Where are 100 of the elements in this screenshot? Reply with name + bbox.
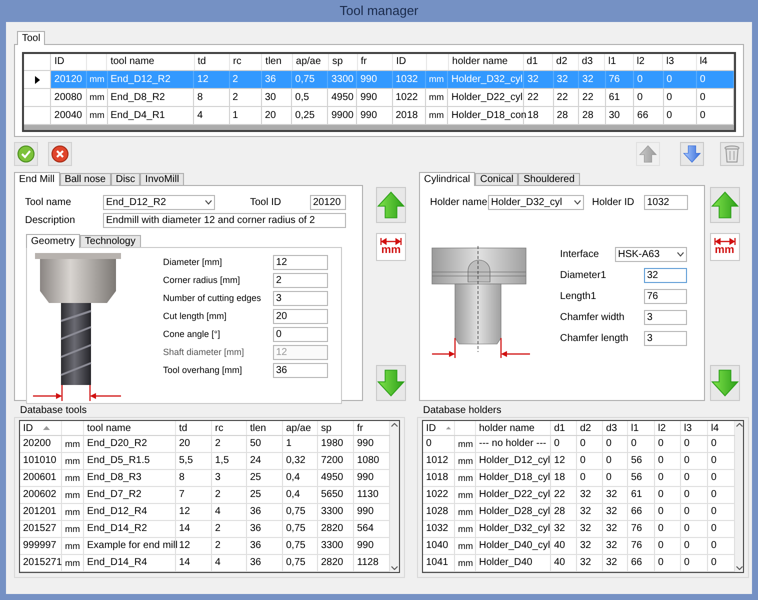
table-cell: 0 — [696, 71, 734, 88]
column-header[interactable]: tlen — [247, 421, 283, 435]
column-header[interactable]: td — [194, 54, 230, 70]
scrollbar[interactable] — [390, 421, 399, 572]
tab[interactable]: Geometry — [26, 234, 80, 248]
delete-button[interactable] — [720, 142, 744, 166]
tab[interactable]: Cylindrical — [419, 172, 476, 186]
column-header[interactable]: l4 — [696, 54, 734, 70]
input-field[interactable]: 3 — [644, 331, 687, 346]
input-field[interactable]: 3 — [644, 310, 687, 325]
column-header[interactable]: l3 — [681, 421, 708, 435]
column-header[interactable]: tool name — [107, 54, 195, 70]
column-header[interactable]: d2 — [553, 54, 579, 70]
dropdown[interactable]: Holder_D32_cyl — [488, 195, 584, 210]
confirm-button[interactable] — [14, 142, 38, 166]
table-cell: mm — [62, 436, 84, 452]
tab[interactable]: Ball nose — [60, 173, 111, 185]
column-header[interactable]: ID — [51, 54, 87, 70]
table-cell: 0 — [681, 538, 708, 554]
input-field[interactable]: 20120 — [310, 195, 346, 210]
input-field[interactable]: 20 — [273, 309, 328, 324]
field-label: Cut length [mm] — [163, 310, 228, 323]
input-field[interactable]: Endmill with diameter 12 and corner radius of 2 — [103, 212, 346, 228]
arrow-down-icon — [683, 145, 701, 163]
tab[interactable]: Disc — [110, 173, 140, 185]
table-cell: 32 — [577, 555, 603, 571]
table-cell: 1012 — [423, 453, 455, 469]
column-header[interactable]: rc — [212, 421, 247, 435]
table-cell: 0 — [681, 453, 708, 469]
table-cell: --- no holder --- — [476, 436, 551, 452]
dropdown[interactable]: HSK-A63 — [615, 247, 687, 262]
column-header[interactable]: sp — [329, 54, 358, 70]
arrow-up-icon — [710, 191, 738, 219]
input-field[interactable]: 76 — [644, 289, 687, 304]
column-header[interactable]: l1 — [605, 54, 634, 70]
table-cell: 5,5 — [176, 453, 212, 469]
arrow-down-icon — [710, 369, 738, 397]
column-header[interactable]: ap/ae — [283, 421, 318, 435]
input-field[interactable]: 0 — [273, 327, 328, 342]
input-field[interactable]: 32 — [644, 268, 687, 283]
column-header[interactable]: l1 — [628, 421, 655, 435]
column-header[interactable]: d1 — [551, 421, 577, 435]
column-header[interactable]: d2 — [577, 421, 603, 435]
column-header[interactable]: l3 — [663, 54, 697, 70]
column-header[interactable]: holder name — [449, 54, 524, 70]
move-up-button[interactable] — [710, 187, 740, 223]
input-field[interactable]: 36 — [273, 363, 328, 378]
column-header[interactable]: ID — [20, 421, 62, 435]
column-header[interactable]: sp — [318, 421, 354, 435]
table-row[interactable]: 20040 mm End_D4_R1 4 1 20 0,25 9900 990 2018 mm Holder_D18_con18 28 28 30 66 0 0 — [24, 107, 734, 125]
tab[interactable]: Tool — [17, 31, 46, 45]
move-up-button[interactable] — [376, 187, 406, 223]
column-header[interactable]: l2 — [655, 421, 681, 435]
column-header[interactable]: fr — [358, 54, 394, 70]
column-header[interactable]: tlen — [262, 54, 293, 70]
tab[interactable]: Technology — [80, 235, 140, 247]
unit-button[interactable]: mm — [376, 233, 406, 261]
column-header[interactable]: tool name — [84, 421, 176, 435]
column-header[interactable]: ID — [423, 421, 455, 435]
table-cell: 28 — [551, 504, 577, 520]
column-header[interactable]: ID — [393, 54, 427, 70]
column-header[interactable]: ap/ae — [292, 54, 330, 70]
tab[interactable]: InvoMill — [140, 173, 184, 185]
cancel-button[interactable] — [48, 142, 72, 166]
table-cell: 0 — [634, 89, 664, 106]
table-cell: 2820 — [318, 521, 354, 537]
tab[interactable]: Conical — [475, 173, 518, 185]
scroll-up-icon — [736, 423, 742, 427]
table-cell: mm — [62, 538, 84, 554]
table-cell: 3300 — [318, 504, 354, 520]
column-header[interactable]: d3 — [578, 54, 606, 70]
table-cell: 1018 — [423, 470, 455, 486]
input-field[interactable]: 1032 — [644, 195, 688, 210]
table-cell: 990 — [357, 89, 393, 106]
table-cell: 0 — [655, 453, 681, 469]
table-cell: mm — [455, 453, 476, 469]
input-field[interactable]: 2 — [273, 273, 328, 288]
field-label: Cone angle [°] — [163, 328, 222, 341]
column-header[interactable]: holder name — [476, 421, 551, 435]
tab[interactable]: Shouldered — [518, 173, 580, 185]
table-row[interactable]: 20080 mm End_D8_R2 8 2 30 0,5 4950 990 1022 mm Holder_D22_cyl 22 22 22 61 0 0 0 — [24, 89, 734, 107]
table-cell: 32 — [579, 71, 606, 88]
scrollbar[interactable] — [735, 421, 743, 572]
column-header[interactable]: l2 — [634, 54, 664, 70]
column-header[interactable]: d1 — [524, 54, 554, 70]
column-header[interactable]: d3 — [603, 421, 628, 435]
unit-button[interactable]: mm — [710, 233, 740, 261]
table-cell: 2 — [212, 521, 247, 537]
table-cell: 0 — [681, 487, 708, 503]
dropdown[interactable]: End_D12_R2 — [103, 195, 215, 210]
column-header[interactable]: rc — [230, 54, 262, 70]
input-field[interactable]: 3 — [273, 291, 328, 306]
width-dimension-icon — [380, 238, 402, 245]
input-field[interactable]: 12 — [273, 255, 328, 270]
move-down-button[interactable] — [710, 365, 740, 401]
move-down-button[interactable] — [680, 142, 704, 166]
tab[interactable]: End Mill — [14, 172, 60, 186]
column-header[interactable]: td — [176, 421, 212, 435]
move-down-button[interactable] — [376, 365, 406, 401]
table-cell: 18 — [551, 470, 577, 486]
